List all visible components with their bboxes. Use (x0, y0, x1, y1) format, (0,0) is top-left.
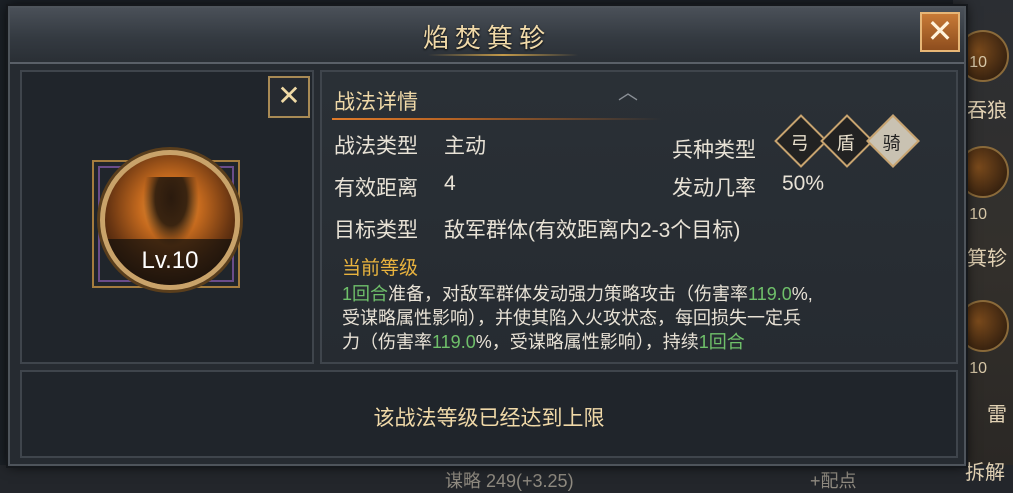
description-fragment: 准备，对敌军群体发动强力策略攻击（伤害率 (388, 284, 749, 304)
description-fragment: %, (791, 284, 813, 304)
description-fragment: 力（伤害率 (342, 332, 432, 352)
section-title: 战法详情 (334, 91, 418, 114)
skill-unequip-button[interactable]: ✕ (268, 76, 310, 118)
title-underline (428, 54, 578, 56)
close-icon: ✕ (926, 13, 954, 49)
background-skill-level: 10 (969, 360, 987, 377)
skill-level: Lv.10 (141, 247, 199, 274)
range-value: 4 (444, 172, 456, 195)
background-skill-name: 雷 (987, 404, 1007, 426)
status-panel: 该战法等级已经达到上限 (20, 370, 958, 458)
target-type-value: 敌军群体(有效距离内2-3个目标) (444, 219, 741, 242)
trigger-rate-value: 50% (782, 172, 825, 195)
close-icon: ✕ (277, 80, 301, 111)
skill-description: 当前等级 1回合准备，对敌军群体发动强力策略攻击（伤害率119.0%, 受谋略属… (342, 256, 948, 360)
background-allocate-text: +配点 (810, 471, 857, 491)
dialog-title: 焰焚箕轸 (422, 23, 551, 53)
skill-detail-dialog: 焰焚箕轸 ✕ ✕ Lv.10 ︿ 战法详情 战法类型 主动 兵种类型 弓 盾 骑… (8, 6, 966, 466)
max-level-message: 该战法等级已经达到上限 (373, 407, 605, 430)
highlight-value: 119.0 (432, 332, 476, 352)
cavalry-troop-icon: 骑 (866, 114, 920, 168)
background-skill-name: 箕轸 (967, 248, 1007, 270)
current-level-title: 当前等级 (342, 258, 419, 279)
background-skill-level: 10 (969, 206, 987, 223)
skill-type-value: 主动 (444, 135, 486, 158)
background-skill-level: 10 (969, 54, 987, 71)
collapse-chevron-icon[interactable]: ︿ (618, 76, 638, 105)
dialog-title-bar: 焰焚箕轸 ✕ (10, 8, 964, 64)
warrior-figure-icon (143, 177, 199, 247)
description-fragment: %，受谋略属性影响），持续 (475, 332, 699, 352)
troop-type-label: 兵种类型 (672, 139, 756, 162)
skill-details-panel: ︿ 战法详情 战法类型 主动 兵种类型 弓 盾 骑 有效距离 4 发动几率 50… (320, 70, 958, 364)
background-dismantle-text: 拆解 (965, 462, 1005, 484)
section-divider (332, 118, 662, 120)
skill-icon[interactable]: Lv.10 (100, 150, 240, 290)
trigger-rate-label: 发动几率 (672, 177, 756, 200)
background-skill-name: 吞狼 (967, 100, 1007, 122)
target-type-label: 目标类型 (334, 219, 418, 242)
highlight-value: 1回合 (698, 332, 745, 352)
background-stat-text: 谋略 249(+3.25) (445, 471, 574, 491)
skill-type-label: 战法类型 (334, 135, 418, 158)
range-label: 有效距离 (334, 177, 418, 200)
dialog-close-button[interactable]: ✕ (920, 12, 960, 52)
highlight-value: 1回合 (342, 284, 389, 304)
highlight-value: 119.0 (748, 284, 792, 304)
description-fragment: 受谋略属性影响），并使其陷入火攻状态，每回损失一定兵 (342, 308, 801, 328)
description-text: 1回合准备，对敌军群体发动强力策略攻击（伤害率119.0%, 受谋略属性影响），… (342, 282, 922, 354)
skill-icon-panel: ✕ Lv.10 (20, 70, 314, 364)
